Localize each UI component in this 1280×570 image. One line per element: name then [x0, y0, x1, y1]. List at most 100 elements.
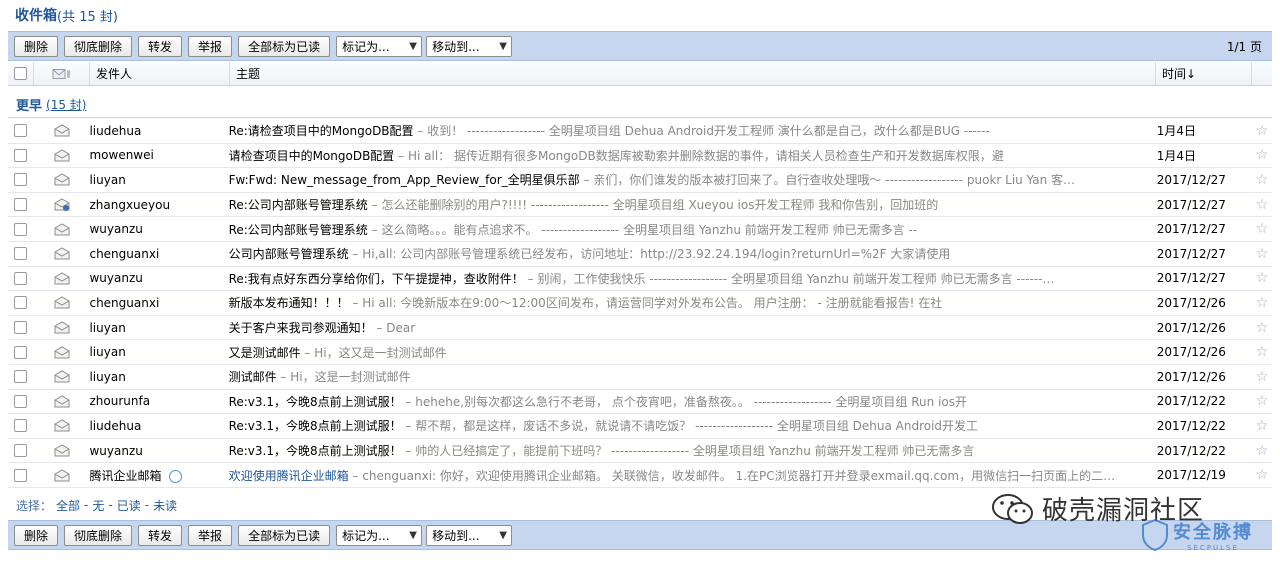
star-icon[interactable]: ☆ [1252, 369, 1272, 385]
star-icon[interactable]: ☆ [1252, 393, 1272, 409]
row-subject[interactable]: Fw:Fwd: New_message_from_App_Review_for_… [229, 171, 1149, 188]
row-sender[interactable]: liuyan [89, 321, 228, 335]
table-row[interactable]: wuyanzu Re:v3.1，今晚8点前上测试服！ – 帅的人已经搞定了，能提前… [8, 439, 1272, 464]
row-sender[interactable]: wuyanzu [89, 444, 228, 458]
move-to-dropdown[interactable]: 移动到... ▼ [426, 524, 513, 546]
row-subject[interactable]: 请检查项目中的MongoDB配置 – Hi all： 据传近期有很多MongoD… [229, 147, 1149, 164]
row-subject[interactable]: 新版本发布通知！！！ – Hi all: 今晚新版本在9:00～12:00区间发… [229, 294, 1149, 311]
row-subject[interactable]: Re:v3.1，今晚8点前上测试服！ – 帅的人已经搞定了，能提前下班吗？ --… [229, 442, 1149, 459]
row-subject[interactable]: 公司内部账号管理系统 – Hi,all: 公司内部账号管理系统已经发布，访问地址… [229, 245, 1149, 262]
row-checkbox[interactable] [14, 124, 28, 138]
select-read-link[interactable]: 已读 [117, 497, 141, 514]
star-icon[interactable]: ☆ [1252, 418, 1272, 434]
table-row[interactable]: wuyanzu Re:公司内部账号管理系统 – 这么简略。。。能有点追求不。 --… [8, 217, 1272, 242]
mark-as-dropdown[interactable]: 标记为... ▼ [336, 35, 423, 57]
row-sender[interactable]: chenguanxi [89, 296, 228, 310]
purge-button[interactable]: 彻底删除 [64, 524, 133, 546]
report-button[interactable]: 举报 [188, 524, 233, 546]
select-unread-link[interactable]: 未读 [153, 497, 177, 514]
star-icon[interactable]: ☆ [1252, 344, 1272, 360]
row-sender[interactable]: liudehua [89, 124, 228, 138]
table-row[interactable]: liuyan 测试邮件 – Hi，这是一封测试邮件 2017/12/26 ☆ [8, 365, 1272, 390]
move-to-dropdown[interactable]: 移动到... ▼ [426, 35, 513, 57]
row-sender[interactable]: wuyanzu [89, 271, 228, 285]
star-icon[interactable]: ☆ [1252, 295, 1272, 311]
row-subject[interactable]: Re:公司内部账号管理系统 – 这么简略。。。能有点追求不。 ---------… [229, 221, 1149, 238]
report-button[interactable]: 举报 [188, 35, 233, 57]
table-row[interactable]: liudehua Re:请检查项目中的MongoDB配置 – 收到！ ------… [8, 119, 1272, 144]
table-row[interactable]: chenguanxi 公司内部账号管理系统 – Hi,all: 公司内部账号管理系… [8, 242, 1272, 267]
table-row[interactable]: zhourunfa Re:v3.1，今晚8点前上测试服！ – hehehe,别每次… [8, 390, 1272, 415]
star-icon[interactable]: ☆ [1252, 123, 1272, 139]
row-sender[interactable]: 腾讯企业邮箱 [89, 467, 228, 484]
table-row[interactable]: zhangxueyou Re:公司内部账号管理系统 – 怎么还能删除别的用户?!!… [8, 193, 1272, 218]
row-checkbox[interactable] [14, 419, 28, 433]
row-sender[interactable]: wuyanzu [89, 222, 228, 236]
row-subject[interactable]: Re:公司内部账号管理系统 – 怎么还能删除别的用户?!!!! --------… [229, 196, 1149, 213]
table-row[interactable]: liuyan 又是测试邮件 – Hi，这又是一封测试邮件 2017/12/26 ☆ [8, 340, 1272, 365]
row-sender[interactable]: liuyan [89, 173, 228, 187]
table-row[interactable]: liudehua Re:v3.1，今晚8点前上测试服！ – 帮不帮，都是这样，废话… [8, 414, 1272, 439]
row-checkbox[interactable] [14, 370, 28, 384]
row-sender[interactable]: mowenwei [89, 148, 228, 162]
star-icon[interactable]: ☆ [1252, 320, 1272, 336]
row-sender[interactable]: zhourunfa [89, 394, 228, 408]
mark-all-read-button[interactable]: 全部标为已读 [238, 524, 331, 546]
table-row[interactable]: liuyan Fw:Fwd: New_message_from_App_Revie… [8, 168, 1272, 193]
sender-header[interactable]: 发件人 [90, 62, 230, 85]
row-checkbox[interactable] [14, 173, 28, 187]
select-all-checkbox[interactable] [14, 67, 27, 80]
select-none-link[interactable]: 无 [92, 497, 104, 514]
forward-button[interactable]: 转发 [138, 524, 183, 546]
mark-as-dropdown[interactable]: 标记为... ▼ [336, 524, 423, 546]
star-icon[interactable]: ☆ [1252, 467, 1272, 483]
row-checkbox[interactable] [14, 321, 28, 335]
subject-header[interactable]: 主题 [230, 62, 1156, 85]
select-all-link[interactable]: 全部 [56, 497, 80, 514]
star-icon[interactable]: ☆ [1252, 246, 1272, 262]
forward-button[interactable]: 转发 [138, 35, 183, 57]
row-subject[interactable]: Re:v3.1，今晚8点前上测试服！ – 帮不帮，都是这样，废话不多说，就说请不… [229, 417, 1149, 434]
row-sender[interactable]: liuyan [89, 345, 228, 359]
row-sender[interactable]: liuyan [89, 370, 228, 384]
star-icon[interactable]: ☆ [1252, 443, 1272, 459]
group-count-link[interactable]: (15 封) [46, 96, 86, 113]
subject-text: Re:公司内部账号管理系统 [228, 222, 368, 237]
table-row[interactable]: wuyanzu Re:我有点好东西分享给你们，下午提提神，查收附件！ – 别闹，工… [8, 267, 1272, 292]
row-subject[interactable]: Re:请检查项目中的MongoDB配置 – 收到！ --------------… [229, 122, 1149, 139]
delete-button[interactable]: 删除 [14, 35, 59, 57]
row-checkbox[interactable] [14, 247, 28, 261]
star-icon[interactable]: ☆ [1252, 270, 1272, 286]
table-row[interactable]: liuyan 关于客户来我司参观通知！ – Dear 2017/12/26 ☆ [8, 316, 1272, 341]
row-subject[interactable]: 测试邮件 – Hi，这是一封测试邮件 [229, 368, 1149, 385]
delete-button[interactable]: 删除 [14, 524, 59, 546]
row-checkbox[interactable] [14, 296, 28, 310]
row-checkbox[interactable] [14, 271, 28, 285]
table-row[interactable]: mowenwei 请检查项目中的MongoDB配置 – Hi all： 据传近期有… [8, 144, 1272, 169]
row-sender[interactable]: zhangxueyou [89, 198, 228, 212]
table-row[interactable]: 腾讯企业邮箱 欢迎使用腾讯企业邮箱 – chenguanxi: 你好，欢迎使用腾… [8, 463, 1272, 488]
row-checkbox[interactable] [14, 222, 28, 236]
row-sender[interactable]: chenguanxi [89, 247, 228, 261]
row-checkbox[interactable] [14, 345, 28, 359]
mark-all-read-button[interactable]: 全部标为已读 [238, 35, 331, 57]
row-subject[interactable]: 关于客户来我司参观通知！ – Dear [229, 319, 1149, 336]
row-checkbox[interactable] [14, 468, 28, 482]
row-checkbox[interactable] [14, 444, 28, 458]
row-checkbox[interactable] [14, 198, 28, 212]
time-header[interactable]: 时间↓ [1156, 62, 1252, 85]
row-checkbox[interactable] [14, 394, 28, 408]
star-icon[interactable]: ☆ [1252, 197, 1272, 213]
status-header[interactable] [34, 62, 90, 85]
row-subject[interactable]: Re:v3.1，今晚8点前上测试服！ – hehehe,别每次都这么急行不老哥，… [229, 393, 1149, 410]
star-icon[interactable]: ☆ [1252, 172, 1272, 188]
purge-button[interactable]: 彻底删除 [64, 35, 133, 57]
row-subject[interactable]: 欢迎使用腾讯企业邮箱 – chenguanxi: 你好，欢迎使用腾讯企业邮箱。 … [229, 467, 1149, 484]
row-checkbox[interactable] [14, 148, 28, 162]
table-row[interactable]: chenguanxi 新版本发布通知！！！ – Hi all: 今晚新版本在9:0… [8, 291, 1272, 316]
row-subject[interactable]: 又是测试邮件 – Hi，这又是一封测试邮件 [229, 344, 1149, 361]
row-sender[interactable]: liudehua [89, 419, 228, 433]
star-icon[interactable]: ☆ [1252, 221, 1272, 237]
row-subject[interactable]: Re:我有点好东西分享给你们，下午提提神，查收附件！ – 别闹，工作使我快乐 -… [229, 270, 1149, 287]
star-icon[interactable]: ☆ [1252, 147, 1272, 163]
